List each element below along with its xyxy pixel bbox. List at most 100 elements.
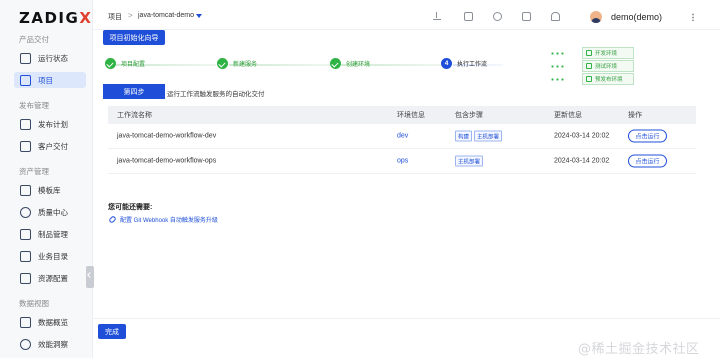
customer-delivery-icon bbox=[20, 140, 31, 152]
insight-icon bbox=[20, 338, 31, 350]
template-icon bbox=[20, 184, 31, 196]
sidebar-section-title: 资产管理 bbox=[19, 167, 49, 176]
avatar[interactable] bbox=[590, 11, 602, 23]
sidebar-item-release-plan[interactable]: 发布计划 bbox=[14, 116, 86, 132]
sidebar-item-templates[interactable]: 模板库 bbox=[14, 182, 86, 198]
sidebar-item-status[interactable]: 运行状态 bbox=[14, 50, 86, 66]
catalog-icon bbox=[20, 250, 31, 262]
status-dots bbox=[550, 64, 564, 68]
env-status-test: 测试环境 bbox=[550, 60, 634, 72]
sidebar-collapse-handle[interactable] bbox=[86, 266, 94, 288]
step-number: 4 bbox=[441, 58, 452, 69]
sidebar-item-label: 质量中心 bbox=[38, 207, 68, 217]
webhook-config-link[interactable]: 配置 Git Webhook 自动触发服务升级 bbox=[108, 215, 218, 224]
document-icon[interactable] bbox=[464, 12, 473, 21]
sidebar-item-quality[interactable]: 质量中心 bbox=[14, 204, 86, 220]
check-icon bbox=[217, 58, 228, 69]
sidebar-item-label: 资源配置 bbox=[38, 273, 68, 283]
done-button[interactable]: 完成 bbox=[98, 324, 126, 339]
step-project-config: 项目配置 bbox=[105, 58, 145, 69]
sidebar-item-catalog[interactable]: 业务目录 bbox=[14, 248, 86, 264]
more-menu-icon[interactable] bbox=[692, 13, 694, 21]
sidebar-item-label: 数据概览 bbox=[38, 317, 68, 327]
sidebar-item-label: 模板库 bbox=[38, 185, 61, 195]
sidebar-item-project[interactable]: 项目 bbox=[14, 72, 86, 88]
column-header: 更新信息 bbox=[554, 112, 582, 119]
sidebar-item-label: 效能洞察 bbox=[38, 339, 68, 349]
link-icon bbox=[108, 215, 117, 224]
app-frame: ZADIGX 产品交付 运行状态 项目 发布管理 发布计划 客户交付 资产管理 … bbox=[0, 0, 720, 358]
sidebar-item-label: 业务目录 bbox=[38, 251, 68, 261]
check-icon bbox=[105, 58, 116, 69]
table-header: 工作流名称 环境信息 包含步骤 更新信息 操作 bbox=[108, 106, 696, 124]
footer-divider bbox=[93, 318, 720, 319]
step-chip: 主机部署 bbox=[455, 155, 484, 167]
breadcrumb-root[interactable]: 项目 bbox=[108, 12, 122, 22]
env-tag: 预发布环境 bbox=[582, 73, 634, 85]
step-label: 项目配置 bbox=[121, 62, 146, 68]
env-link[interactable]: ops bbox=[397, 158, 408, 165]
resource-icon bbox=[20, 272, 31, 284]
env-tag: 测试环境 bbox=[582, 60, 634, 72]
env-status-dev: 开发环境 bbox=[550, 47, 634, 59]
sidebar-item-label: 制品管理 bbox=[38, 229, 68, 239]
status-dots bbox=[550, 51, 564, 55]
project-icon bbox=[20, 74, 31, 86]
step-new-service: 新建服务 bbox=[217, 58, 257, 69]
column-header: 环境信息 bbox=[397, 112, 425, 119]
workflow-name: java-tomcat-demo-workflow-ops bbox=[117, 157, 217, 165]
sidebar-item-label: 项目 bbox=[38, 75, 53, 85]
step-tab: 第四步 bbox=[103, 84, 165, 99]
sidebar-item-label: 运行状态 bbox=[38, 53, 68, 63]
sidebar-item-resources[interactable]: 资源配置 bbox=[14, 270, 86, 286]
step-label: 新建服务 bbox=[233, 62, 258, 68]
check-icon bbox=[330, 58, 341, 69]
sidebar-item-label: 发布计划 bbox=[38, 119, 68, 129]
status-dots bbox=[550, 77, 564, 81]
run-workflow-button[interactable]: 点击运行 bbox=[628, 129, 667, 143]
workflow-table: 工作流名称 环境信息 包含步骤 更新信息 操作 java-tomcat-demo… bbox=[108, 106, 696, 174]
quality-icon bbox=[20, 206, 31, 218]
sidebar-item-data-overview[interactable]: 数据概览 bbox=[14, 314, 86, 330]
step-chip: 构建 bbox=[455, 130, 473, 142]
updated-time: 2024-03-14 20:02 bbox=[554, 157, 610, 165]
logo: ZADIGX bbox=[19, 9, 93, 27]
column-header: 操作 bbox=[628, 112, 642, 119]
updated-time: 2024-03-14 20:02 bbox=[554, 132, 610, 140]
artifact-icon bbox=[20, 228, 31, 240]
sidebar: ZADIGX 产品交付 运行状态 项目 发布管理 发布计划 客户交付 资产管理 … bbox=[0, 0, 93, 358]
env-tag: 开发环境 bbox=[582, 47, 634, 59]
env-status-staging: 预发布环境 bbox=[550, 73, 634, 85]
breadcrumb-separator: > bbox=[128, 11, 133, 20]
project-init-wizard-button[interactable]: 项目初始化向导 bbox=[103, 30, 165, 45]
suggestions-title: 您可能还需要: bbox=[108, 204, 153, 211]
run-workflow-button[interactable]: 点击运行 bbox=[628, 154, 667, 168]
steps-cell: 构建 主机部署 bbox=[455, 130, 504, 142]
plugin-icon[interactable] bbox=[493, 12, 502, 21]
sidebar-item-label: 客户交付 bbox=[38, 141, 68, 151]
bell-icon[interactable] bbox=[551, 12, 560, 21]
user-name[interactable]: demo(demo) bbox=[611, 12, 662, 22]
notes-icon[interactable] bbox=[522, 12, 531, 21]
step-label: 执行工作流 bbox=[457, 62, 488, 68]
step-create-env: 创建环境 bbox=[330, 58, 370, 69]
watermark: @稀土掘金技术社区 bbox=[578, 342, 700, 357]
webhook-link-label: 配置 Git Webhook 自动触发服务升级 bbox=[120, 218, 218, 224]
sidebar-section-title: 发布管理 bbox=[19, 101, 49, 110]
table-row: java-tomcat-demo-workflow-dev dev 构建 主机部署… bbox=[108, 124, 696, 149]
sidebar-item-insight[interactable]: 效能洞察 bbox=[14, 336, 86, 352]
column-header: 包含步骤 bbox=[455, 112, 483, 119]
table-row: java-tomcat-demo-workflow-ops ops 主机部署 2… bbox=[108, 149, 696, 174]
env-link[interactable]: dev bbox=[397, 133, 408, 140]
column-header: 工作流名称 bbox=[117, 112, 152, 119]
download-icon[interactable] bbox=[433, 12, 442, 21]
release-plan-icon bbox=[20, 118, 31, 130]
workflow-name: java-tomcat-demo-workflow-dev bbox=[117, 132, 217, 140]
step-label: 创建环境 bbox=[346, 62, 371, 68]
breadcrumb-project[interactable]: java-tomcat-demo bbox=[138, 12, 194, 19]
sidebar-item-customer-delivery[interactable]: 客户交付 bbox=[14, 138, 86, 154]
chevron-down-icon[interactable] bbox=[196, 14, 202, 18]
step-run-workflow: 4 执行工作流 bbox=[441, 58, 487, 69]
steps-cell: 主机部署 bbox=[455, 155, 485, 167]
sidebar-item-artifacts[interactable]: 制品管理 bbox=[14, 226, 86, 242]
